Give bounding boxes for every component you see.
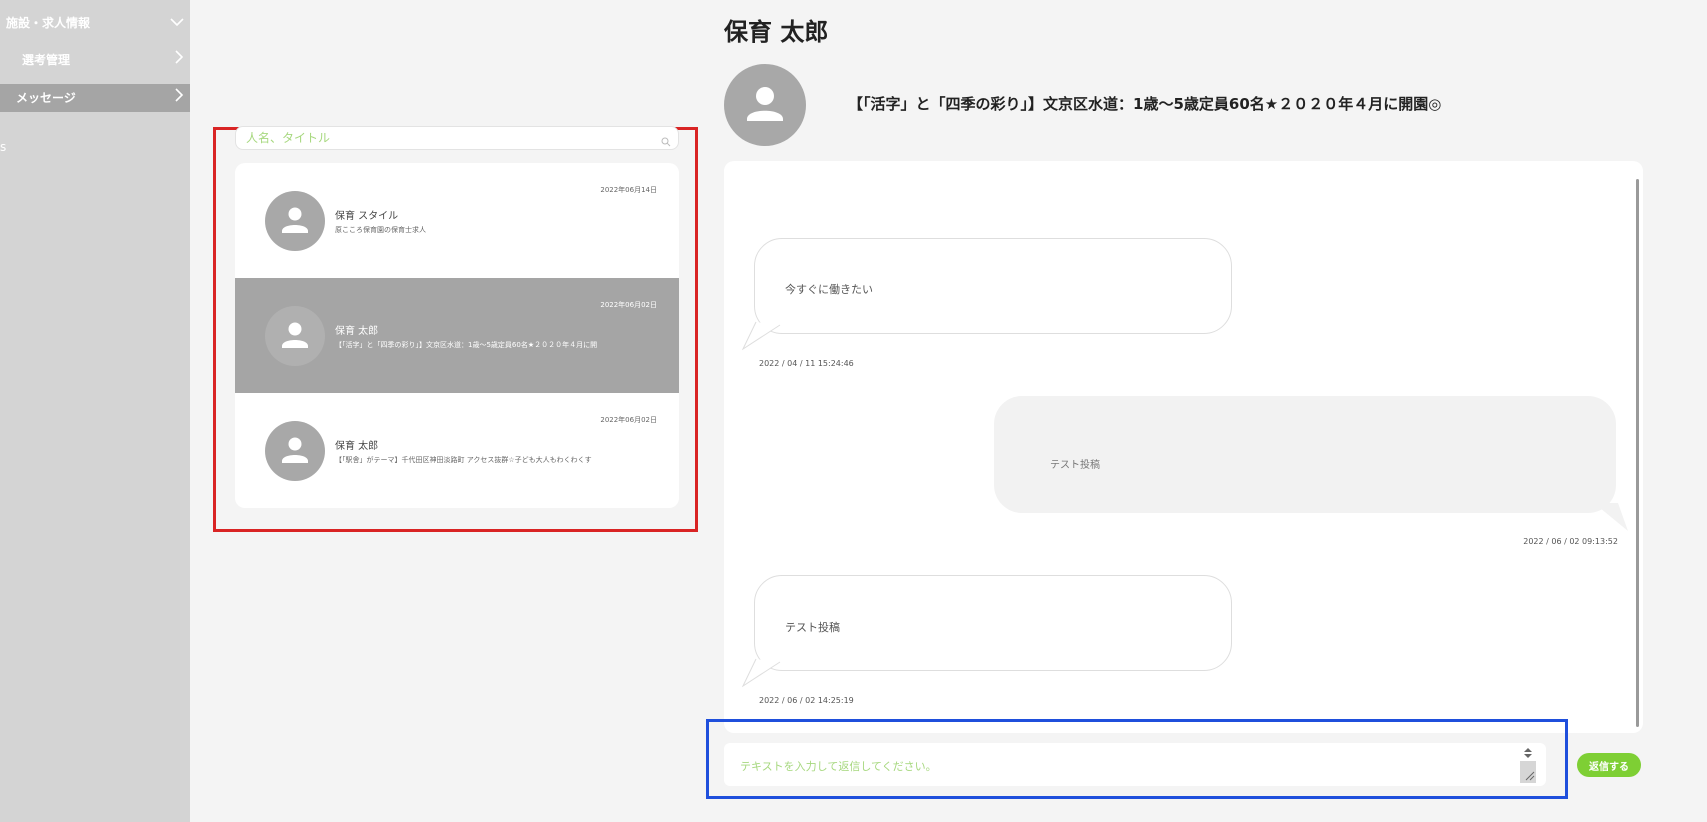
user-icon [282, 207, 308, 233]
conversation-date: 2022年06月14日 [600, 186, 657, 194]
message-text: テスト投稿 [1050, 460, 1100, 471]
sidebar-item-selection[interactable]: 選考管理 [0, 49, 190, 71]
message-text: テスト投稿 [785, 621, 840, 634]
user-icon [747, 87, 783, 121]
sidebar-cut-text: s [0, 140, 7, 154]
message-input[interactable] [738, 756, 1532, 780]
message-bubble-received: 今すぐに働きたい [754, 238, 1232, 334]
conversation-name: 保育 太郎 [335, 326, 379, 337]
job-title: 【「活字」と「四季の彩り」】文京区水道：1歳〜5歳定員60名★２０２０年４月に開… [848, 95, 1442, 113]
conversation-item[interactable]: 2022年06月02日 保育 太郎 【「駅舎」がテーマ】千代田区神田淡路町 アク… [235, 393, 679, 508]
conversation-preview: 【「活字」と「四季の彩り」】文京区水道：1歳〜5歳定員60名★２０２０年４月に開 [335, 341, 598, 349]
textarea-resize-handle[interactable] [1520, 745, 1536, 783]
message-text: 今すぐに働きたい [785, 283, 873, 296]
conversation-list: 2022年06月14日 保育 スタイル 原こころ保育園の保育士求人 2022年0… [235, 163, 679, 508]
message-composer [724, 743, 1546, 786]
bubble-tail [1594, 503, 1628, 531]
avatar [265, 421, 325, 481]
user-icon [282, 437, 308, 463]
sidebar-item-facility-jobs[interactable]: 施設・求人情報 [0, 12, 190, 34]
message-timestamp: 2022 / 06 / 02 09:13:52 [1523, 537, 1618, 546]
message-timestamp: 2022 / 06 / 02 14:25:19 [759, 696, 854, 705]
page-title: 保育 太郎 [724, 18, 829, 46]
message-bubble-sent: テスト投稿 [994, 396, 1616, 513]
send-button[interactable]: 返信する [1577, 753, 1641, 777]
avatar [265, 306, 325, 366]
conversation-preview: 原こころ保育園の保育士求人 [335, 226, 426, 234]
search-icon[interactable] [661, 132, 671, 151]
sidebar-item-messages[interactable]: メッセージ [0, 84, 190, 112]
bubble-tail [742, 321, 781, 351]
chevron-right-icon [175, 49, 184, 71]
conversation-item-selected[interactable]: 2022年06月02日 保育 太郎 【「活字」と「四季の彩り」】文京区水道：1歳… [235, 278, 679, 393]
sidebar-item-label: 施設・求人情報 [6, 16, 91, 30]
conversation-name: 保育 太郎 [335, 441, 379, 452]
conversation-date: 2022年06月02日 [600, 301, 657, 309]
conversation-preview: 【「駅舎」がテーマ】千代田区神田淡路町 アクセス抜群☆子ども大人もわくわくす [335, 456, 592, 464]
message-bubble-received: テスト投稿 [754, 575, 1232, 671]
chevron-down-icon [170, 12, 184, 34]
conversation-date: 2022年06月02日 [600, 416, 657, 424]
search-input[interactable] [236, 127, 656, 149]
user-icon [282, 322, 308, 348]
sidebar-item-label: 選考管理 [22, 53, 71, 67]
chevron-right-icon [175, 84, 184, 112]
conversation-item[interactable]: 2022年06月14日 保育 スタイル 原こころ保育園の保育士求人 [235, 163, 679, 278]
conversation-search [235, 126, 679, 150]
conversation-name: 保育 スタイル [335, 211, 399, 222]
message-thread: 今すぐに働きたい 2022 / 04 / 11 15:24:46 テスト投稿 2… [724, 161, 1643, 733]
sidebar-item-label: メッセージ [16, 91, 76, 105]
avatar [724, 64, 806, 146]
thread-scrollbar[interactable] [1636, 179, 1639, 727]
message-timestamp: 2022 / 04 / 11 15:24:46 [759, 359, 854, 368]
avatar [265, 191, 325, 251]
sidebar: 施設・求人情報 選考管理 メッセージ s [0, 0, 190, 822]
bubble-tail [742, 658, 781, 688]
